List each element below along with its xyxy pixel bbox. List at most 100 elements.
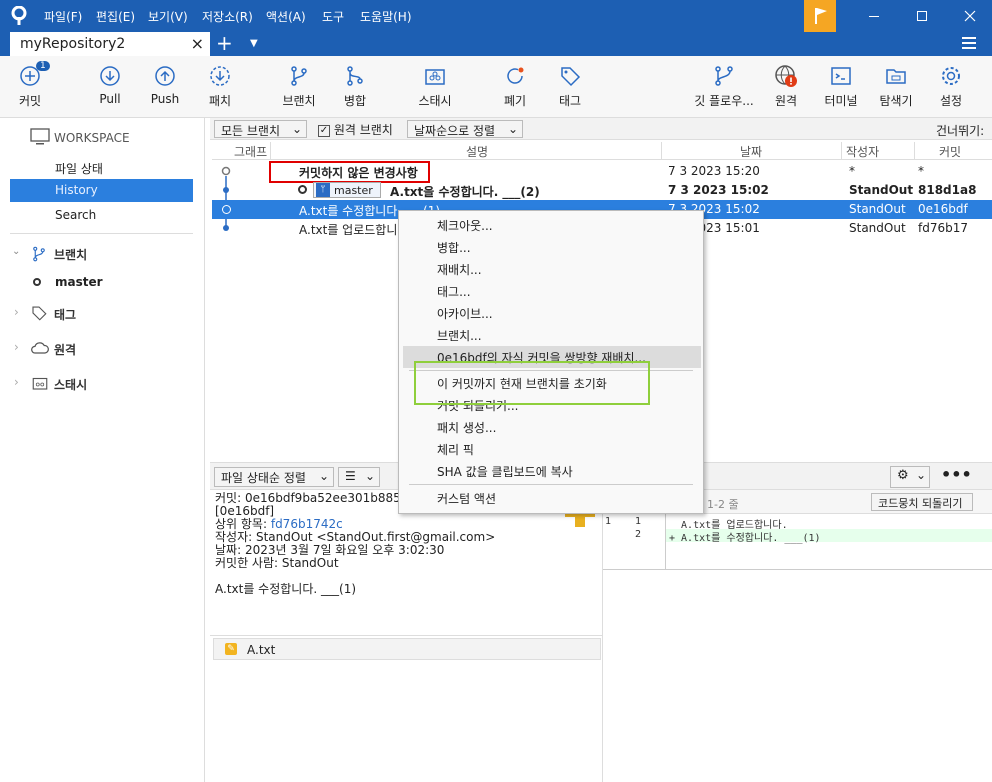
branch-label-master[interactable]: ᛘ master <box>313 182 381 198</box>
table-row[interactable]: ᛘ master A.txt을 수정합니다. ___(2) 7 3 2023 1… <box>212 181 992 200</box>
col-author[interactable]: 작성자 <box>846 143 879 160</box>
menu-item-archive[interactable]: 아카이브... <box>403 302 701 324</box>
all-branches-dropdown[interactable]: 모든 브랜치 ⌄ <box>214 120 307 138</box>
menu-item-copy-sha[interactable]: SHA 값을 클립보드에 복사 <box>403 460 701 482</box>
menu-edit[interactable]: 편집(E) <box>96 8 135 25</box>
menu-file[interactable]: 파일(F) <box>44 8 82 25</box>
minimize-button[interactable] <box>860 8 888 24</box>
branch-icon <box>291 66 307 86</box>
sort-file-status-dropdown[interactable]: 파일 상태순 정렬 ⌄ <box>214 467 334 487</box>
tag-button[interactable]: 태그 <box>535 64 605 109</box>
tab-repository[interactable]: myRepository2 × <box>10 32 210 56</box>
commit-node-icon <box>222 205 231 214</box>
sidebar-item-search[interactable]: Search <box>0 205 205 227</box>
sidebar-workspace-header: WORKSPACE <box>0 128 205 150</box>
col-description[interactable]: 설명 <box>466 143 488 160</box>
commit-badge: 1 <box>36 61 50 71</box>
minimize-icon <box>869 16 879 17</box>
stash-icon <box>32 377 48 390</box>
stash-icon <box>425 69 445 85</box>
highlight-red-box <box>269 161 430 183</box>
branch-icon <box>33 246 45 262</box>
list-item[interactable]: ✎ A.txt <box>213 638 601 660</box>
col-date[interactable]: 날짜 <box>740 143 762 160</box>
view-mode-dropdown[interactable]: ☰ ⌄ <box>338 467 380 487</box>
tab-dropdown-icon[interactable]: ▼ <box>250 38 258 49</box>
commit-committer-line: 커밋한 사람: StandOut <box>215 556 339 570</box>
col-divider <box>841 142 842 160</box>
discard-icon <box>507 67 524 84</box>
remote-branches-checkbox[interactable]: ✓ 원격 브랜치 <box>318 121 393 138</box>
sidebar-item-file-status[interactable]: 파일 상태 <box>0 157 205 179</box>
menu-repository[interactable]: 저장소(R) <box>202 8 253 25</box>
hamburger-menu-icon[interactable] <box>962 36 978 53</box>
sidebar-section-branches[interactable]: ⌄ 브랜치 <box>0 243 205 265</box>
fetch-button[interactable]: 패치 <box>185 64 255 109</box>
git-flow-icon <box>715 66 733 86</box>
menu-view[interactable]: 보기(V) <box>148 8 188 25</box>
menu-item-tag[interactable]: 태그... <box>403 280 701 302</box>
tab-close-icon[interactable]: × <box>191 34 204 53</box>
folder-icon <box>886 69 906 84</box>
highlight-green-box <box>414 361 650 405</box>
close-button[interactable] <box>956 8 984 24</box>
sidebar-section-stashes[interactable]: › 스태시 <box>0 373 205 395</box>
menu-item-merge[interactable]: 병합... <box>403 236 701 258</box>
cloud-icon <box>31 342 49 354</box>
flag-button[interactable] <box>804 0 836 32</box>
maximize-button[interactable] <box>908 8 936 24</box>
monitor-icon <box>30 128 50 145</box>
merge-button[interactable]: 병합 <box>320 64 390 109</box>
menu-tools[interactable]: 도구 <box>322 8 344 25</box>
menu-item-cherry-pick[interactable]: 체리 픽 <box>403 438 701 460</box>
revert-hunk-button[interactable]: 코드뭉치 되돌리기 <box>871 493 973 511</box>
menu-help[interactable]: 도움말(H) <box>360 8 412 25</box>
jump-to-label: 건너뛰기: <box>936 124 985 138</box>
sidebar-item-history[interactable]: History <box>10 179 193 202</box>
branch-icon: ᛘ <box>316 183 330 197</box>
diff-view: 1-2 줄 코드뭉치 되돌리기 1 1 A.txt를 업로드합니다. 2 + A… <box>602 490 992 782</box>
stash-button[interactable]: 스태시 <box>400 64 470 109</box>
commit-button[interactable]: 커밋 1 <box>0 61 65 109</box>
sidebar-section-tags[interactable]: › 태그 <box>0 303 205 325</box>
col-divider <box>914 142 915 160</box>
tab-bar: myRepository2 × + ▼ <box>0 32 992 56</box>
diff-line-added: 2 + A.txt를 수정합니다. ___(1) <box>635 529 821 544</box>
maximize-icon <box>917 11 927 21</box>
diff-lines: 1 1 A.txt를 업로드합니다. 2 + A.txt를 수정합니다. ___… <box>603 514 992 570</box>
list-icon: ☰ <box>345 469 356 483</box>
menu-actions[interactable]: 액션(A) <box>266 8 306 25</box>
chevron-down-icon: ⌄ <box>507 122 518 136</box>
flag-icon <box>815 8 827 24</box>
col-graph[interactable]: 그래프 <box>234 143 267 160</box>
chevron-down-icon: ⌄ <box>364 469 375 483</box>
gear-icon: ⚙ <box>897 468 909 483</box>
tag-icon <box>32 306 47 321</box>
new-tab-button[interactable]: + <box>216 33 233 53</box>
col-commit[interactable]: 커밋 <box>939 143 961 160</box>
tag-icon <box>561 67 581 87</box>
menu-item-create-patch[interactable]: 패치 생성... <box>403 416 701 438</box>
history-column-headers: 그래프 설명 날짜 작성자 커밋 <box>212 142 992 160</box>
diff-settings-dropdown[interactable]: ⚙ ⌄ <box>890 466 930 488</box>
push-icon <box>155 66 175 86</box>
settings-button[interactable]: 설정 <box>916 64 986 109</box>
menu-item-checkout[interactable]: 체크아웃... <box>403 214 701 236</box>
col-divider <box>661 142 662 160</box>
commit-message: A.txt를 수정합니다. ___(1) <box>215 582 357 596</box>
tab-title: myRepository2 <box>20 36 126 52</box>
parent-sha-link[interactable]: fd76b1742c <box>271 517 343 531</box>
sidebar-section-remotes[interactable]: › 원격 <box>0 338 205 360</box>
menu-item-rebase[interactable]: 재배치... <box>403 258 701 280</box>
sort-by-date-dropdown[interactable]: 날짜순으로 정렬 ⌄ <box>407 120 523 138</box>
merge-icon <box>347 66 363 86</box>
chevron-right-icon: › <box>14 375 19 389</box>
menu-item-custom-actions[interactable]: 커스텀 액션 <box>403 487 701 509</box>
terminal-icon <box>831 67 851 85</box>
chevron-down-icon: ⌄ <box>915 468 926 482</box>
more-options-icon[interactable]: ••• <box>941 465 972 484</box>
globe-icon <box>775 65 797 87</box>
menu-item-branch[interactable]: 브랜치... <box>403 324 701 346</box>
sidebar-item-master[interactable]: master <box>0 272 205 294</box>
current-branch-icon <box>298 185 307 194</box>
